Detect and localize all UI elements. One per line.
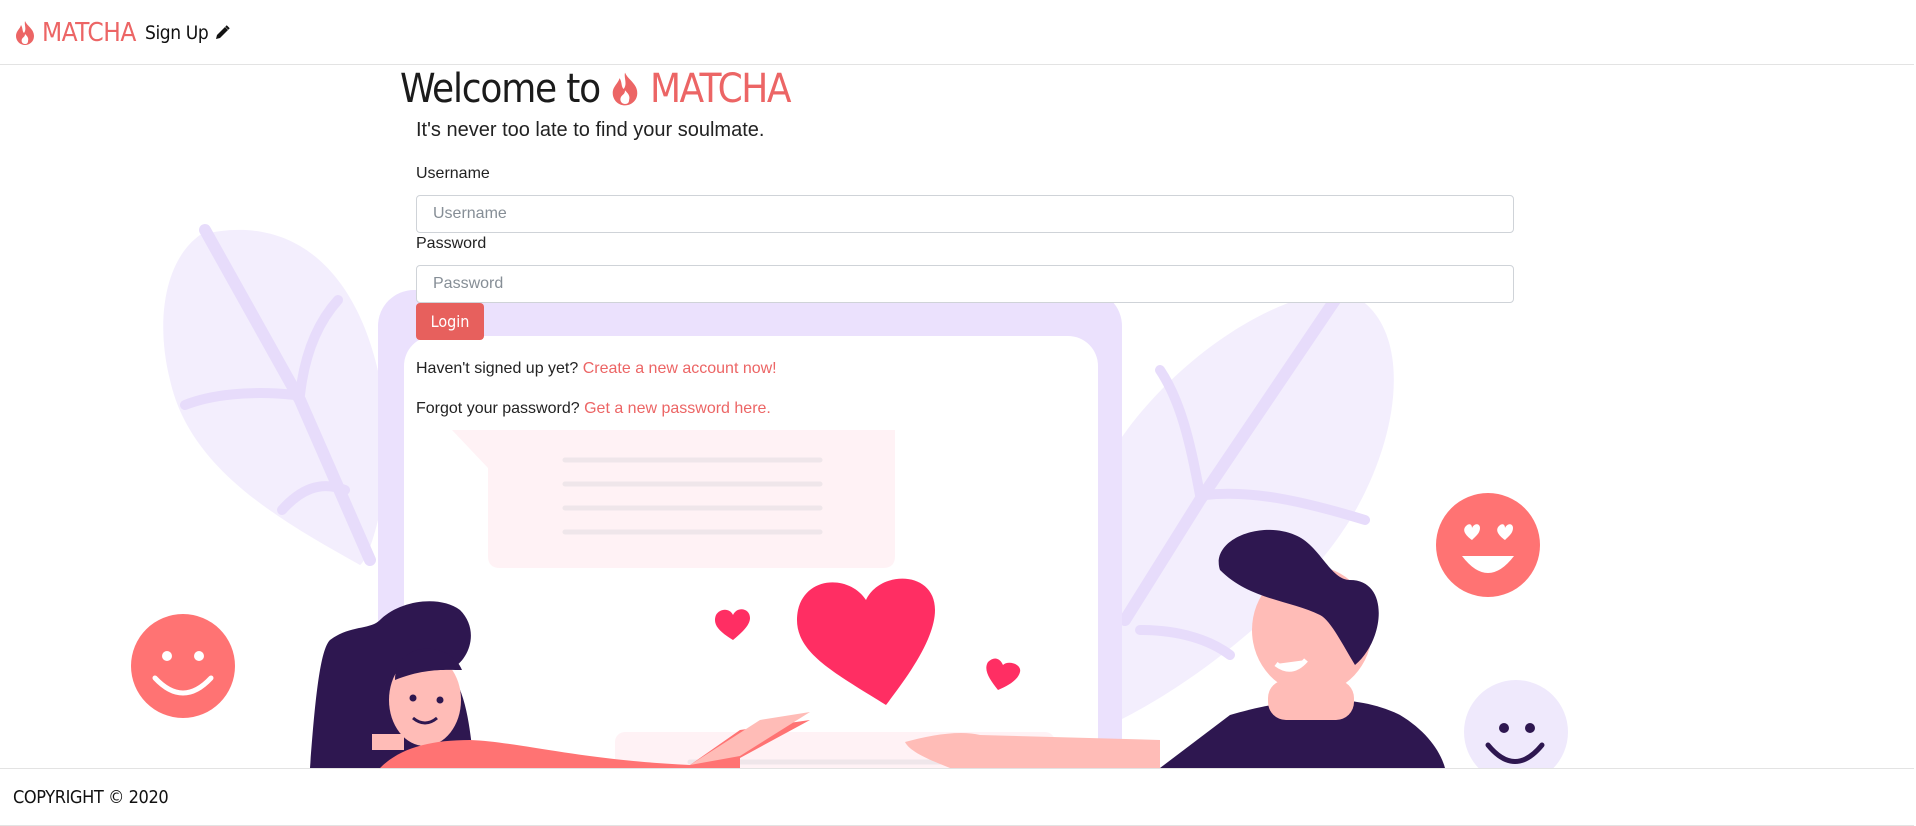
brand-name: MATCHA (42, 18, 136, 48)
pencil-icon (216, 25, 231, 39)
password-input[interactable] (416, 265, 1514, 303)
username-label: Username (416, 165, 490, 182)
reset-password-link[interactable]: Get a new password here. (584, 400, 771, 417)
leaf-left (163, 224, 387, 566)
tagline: It's never too late to find your soulmat… (416, 119, 765, 141)
signup-nav-label: Sign Up (145, 22, 209, 44)
signup-help-line: Haven't signed up yet? Create a new acco… (416, 360, 777, 378)
welcome-text: Welcome to (400, 66, 601, 112)
footer: COPYRIGHT © 2020 (0, 768, 1914, 826)
copyright-text: COPYRIGHT © 2020 (13, 787, 169, 808)
password-label: Password (416, 235, 487, 252)
chat-bubble (452, 430, 895, 568)
brand-logo-link[interactable]: MATCHA (14, 18, 136, 48)
flame-icon (16, 21, 34, 45)
navbar: MATCHA Sign Up (0, 0, 1914, 65)
username-input[interactable] (416, 195, 1514, 233)
forgot-prompt: Forgot your password? (416, 400, 580, 417)
flame-icon (612, 72, 638, 106)
welcome-brand-name: MATCHA (649, 66, 792, 112)
welcome-heading: Welcome to MATCHA (400, 66, 792, 112)
create-account-link[interactable]: Create a new account now! (583, 360, 777, 377)
forgot-help-line: Forgot your password? Get a new password… (416, 400, 771, 418)
signup-prompt: Haven't signed up yet? (416, 360, 579, 377)
signup-nav-link[interactable]: Sign Up (145, 20, 231, 46)
smiley-emoji-lavender (1464, 680, 1568, 768)
login-button[interactable]: Login (416, 303, 484, 340)
smiley-emoji-left (131, 614, 235, 718)
heart-eyes-emoji (1436, 493, 1540, 597)
dating-illustration (131, 224, 1568, 768)
